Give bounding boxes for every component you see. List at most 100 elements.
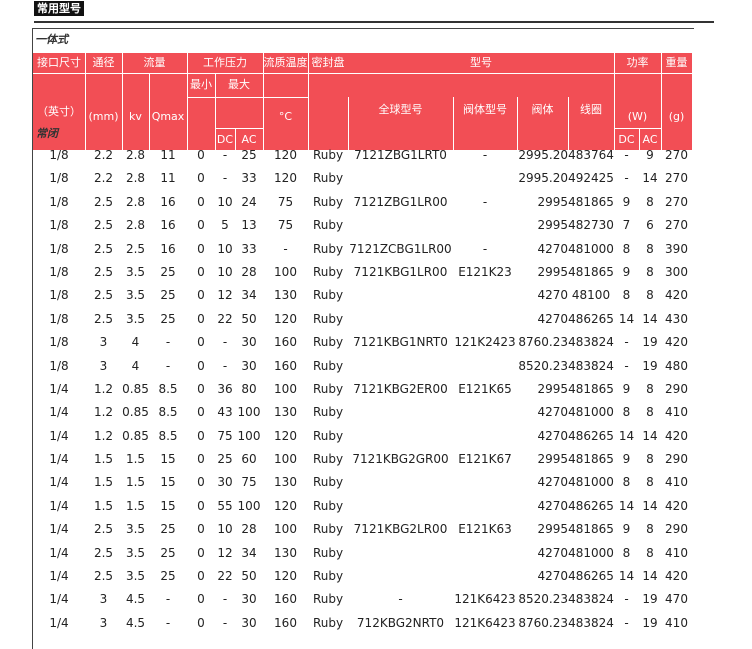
cell-seal: Ruby xyxy=(312,405,344,420)
cell-orifice: 2.5 xyxy=(93,569,114,584)
cell-coil: 481000 xyxy=(568,241,614,256)
cell-orifice: 1.2 xyxy=(93,381,114,396)
cell-media-temp: 160 xyxy=(274,335,297,350)
cell-pressure-min: 0 xyxy=(197,381,205,396)
cell-orifice: 2.5 xyxy=(93,264,114,279)
cell-pressure-min: 0 xyxy=(197,522,205,537)
cell-global-model xyxy=(348,425,453,448)
cell-qmax: 16 xyxy=(160,218,176,233)
header-port-unit: （英寸） xyxy=(37,105,81,118)
cell-valve-body: 4270 xyxy=(537,405,568,420)
cell-weight: 420 xyxy=(665,498,688,513)
cell-pressure-min: 0 xyxy=(197,498,205,513)
cell-pressure-max-dc: 12 xyxy=(217,288,233,303)
cell-seal: Ruby xyxy=(312,148,344,162)
cell-coil: 486265 xyxy=(568,428,614,443)
cell-coil: 481865 xyxy=(568,194,614,209)
cell-seal: Ruby xyxy=(312,264,344,279)
cell-qmax: - xyxy=(165,358,171,373)
cell-global-model: 7121ZBG1LR00 xyxy=(353,194,448,209)
cell-pressure-min: 0 xyxy=(197,218,205,233)
header-rule xyxy=(187,97,308,98)
cell-valve-body: 8760.23 xyxy=(518,615,568,630)
cell-seal: Ruby xyxy=(312,592,344,607)
cell-media-temp: 120 xyxy=(274,498,297,513)
cell-weight: 420 xyxy=(665,569,688,584)
cell-weight: 480 xyxy=(665,358,688,373)
cell-global-model xyxy=(348,542,453,565)
model-table-body: 1/8 2.2 2.8 11 0-25 120 Ruby 7121ZBG1LRT0-2995.… xyxy=(33,144,693,635)
cell-pressure-max-ac: 34 xyxy=(241,545,257,560)
cell-media-temp: 75 xyxy=(277,218,294,233)
cell-power-ac: 8 xyxy=(646,522,654,537)
cell-kv: 1.5 xyxy=(125,498,146,513)
cell-global-model: - xyxy=(398,592,403,607)
cell-seal: Ruby xyxy=(312,452,344,467)
table-row: 1/4 3 4.5-0-30 160 Ruby 712KBG2NRT0 121K6423 87… xyxy=(33,612,693,635)
cell-seal: Ruby xyxy=(312,194,344,209)
cell-orifice: 1.5 xyxy=(93,452,114,467)
cell-qmax: 8.5 xyxy=(158,428,178,443)
cell-weight: 470 xyxy=(665,592,688,607)
cell-port-size: 1/8 xyxy=(49,171,69,186)
cell-power-dc: 8 xyxy=(622,545,631,560)
cell-pressure-max-ac: 50 xyxy=(241,311,257,326)
header-model: 型号 xyxy=(470,56,492,69)
cell-pressure-max-ac: 75 xyxy=(241,475,257,490)
cell-global-model: 7121KBG1LR00 xyxy=(353,264,448,279)
cell-qmax: 16 xyxy=(160,194,176,209)
cell-port-size: 1/4 xyxy=(49,475,69,490)
cell-pressure-max-ac: 13 xyxy=(241,218,257,233)
cell-weight: 270 xyxy=(665,194,688,209)
cell-power-dc: - xyxy=(624,592,629,607)
cell-port-size: 1/8 xyxy=(49,288,69,303)
cell-global-model xyxy=(348,284,453,307)
header-rule xyxy=(215,128,263,129)
cell-power-dc: - xyxy=(624,615,629,630)
header-weight-unit: (g) xyxy=(668,110,685,123)
cell-coil: 483824 xyxy=(568,615,614,630)
cell-global-model xyxy=(348,167,453,190)
cell-pressure-max-dc: 5 xyxy=(221,218,229,233)
cell-coil: 481000 xyxy=(568,545,614,560)
cell-kv: 4 xyxy=(131,335,140,350)
cell-valve-model xyxy=(453,167,517,190)
cell-pressure-max-ac: 33 xyxy=(241,241,257,256)
cell-port-size: 1/8 xyxy=(49,218,69,233)
cell-pressure-min: 0 xyxy=(197,171,205,186)
cell-coil: 481865 xyxy=(568,522,614,537)
cell-coil: 481865 xyxy=(568,452,614,467)
cell-kv: 3.5 xyxy=(125,264,146,279)
cell-seal: Ruby xyxy=(312,335,344,350)
table-row: 1/8 3 4-0-30 160 Ruby 7121KBG1NRT0 121K2423 876… xyxy=(33,331,693,354)
cell-seal: Ruby xyxy=(312,358,344,373)
table-row: 1/8 2.5 2.8 16 0 10 24 75 Ruby 7121ZBG1LR00 - 2995 4… xyxy=(33,191,693,214)
header-coil: 线圈 xyxy=(580,103,602,116)
cell-kv: 3.5 xyxy=(125,288,146,303)
cell-pressure-min: 0 xyxy=(197,194,205,209)
cell-power-ac: 14 xyxy=(642,311,658,326)
cell-qmax: 15 xyxy=(160,475,176,490)
cell-kv: 4.5 xyxy=(125,615,146,630)
cell-valve-body: 4270 xyxy=(537,475,568,490)
cell-pressure-min: 0 xyxy=(197,428,205,443)
cell-qmax: 16 xyxy=(160,241,176,256)
cell-kv: 0.85 xyxy=(122,405,149,420)
cell-pressure-max-ac: 30 xyxy=(241,358,257,373)
table-row: 1/8 2.5 2.8 16 0 5 13 75 Ruby 2995 482730 7 6 270 xyxy=(33,214,693,237)
cell-power-dc: 14 xyxy=(618,428,635,443)
cell-valve-model: 121K6423 xyxy=(454,615,516,630)
cell-valve-body: 2995 xyxy=(537,264,568,279)
cell-power-dc: - xyxy=(624,148,629,162)
cell-coil: 486265 xyxy=(568,569,614,584)
cell-power-dc: 9 xyxy=(622,452,631,467)
table-row: 1/8 2.5 2.5 16 0 10 33 - Ruby 7121ZCBG1LR00 - 4270 4… xyxy=(33,238,693,261)
cell-seal: Ruby xyxy=(312,522,344,537)
cell-pressure-max-dc: 36 xyxy=(217,381,233,396)
cell-seal: Ruby xyxy=(312,218,344,233)
cell-seal: Ruby xyxy=(312,241,344,256)
header-orifice: 通径 xyxy=(92,56,115,69)
cell-orifice: 2.2 xyxy=(93,148,114,162)
cell-power-ac: 8 xyxy=(646,545,654,560)
cell-pressure-max-ac: 30 xyxy=(241,615,257,630)
